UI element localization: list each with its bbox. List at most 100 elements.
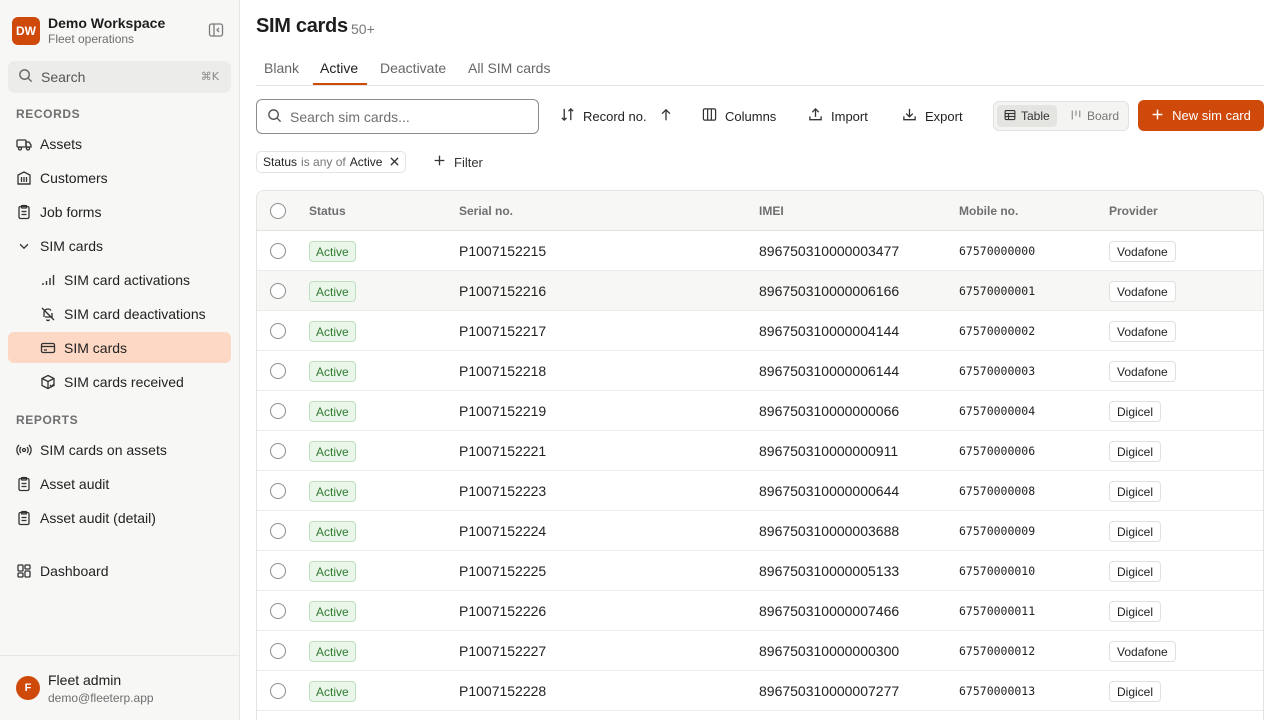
upload-icon [808,107,831,125]
table-row[interactable]: Active P1007152225 896750310000005133 67570… [257,551,1263,591]
sim-cards-table: Status Serial no. IMEI Mobile no. Provid… [256,190,1264,720]
sidebar: DW Demo Workspace Fleet operations Searc… [0,0,240,720]
workspace-switcher[interactable]: DW Demo Workspace Fleet operations [12,14,228,48]
serial-cell: P1007152221 [459,443,547,459]
row-checkbox[interactable] [270,323,286,339]
table-row[interactable]: Active P1007152221 896750310000000911 67570… [257,431,1263,471]
row-checkbox[interactable] [270,563,286,579]
status-badge: Active [309,321,356,342]
row-checkbox[interactable] [270,643,286,659]
user-name: Fleet admin [48,672,122,688]
row-checkbox[interactable] [270,683,286,699]
workspace-logo: DW [12,17,40,45]
row-checkbox[interactable] [270,483,286,499]
status-badge: Active [309,561,356,582]
row-checkbox[interactable] [270,443,286,459]
row-checkbox[interactable] [270,403,286,419]
board-view-button[interactable]: Board [1063,105,1126,127]
new-sim-card-button[interactable]: New sim card [1138,100,1264,131]
table-row[interactable]: Active P1007152224 896750310000003688 67570… [257,511,1263,551]
row-checkbox[interactable] [270,283,286,299]
provider-badge: Digicel [1109,681,1162,702]
columns-label: Columns [725,108,777,124]
add-filter-button[interactable]: Filter [433,151,483,173]
status-badge: Active [309,401,356,422]
sidebar-item-sim-card-deactivations[interactable]: SIM card deactivations [8,298,231,329]
provider-badge: Vodafone [1109,281,1176,302]
mobile-cell: 67570000006 [959,444,1036,458]
column-header-imei[interactable]: IMEI [759,204,784,218]
sidebar-item-asset-audit[interactable]: Asset audit [8,468,231,499]
status-badge: Active [309,361,356,382]
sidebar-item-label: Asset audit (detail) [40,509,156,526]
tab-active[interactable]: Active [320,60,358,76]
bell-off-icon [40,306,56,322]
user-email: demo@fleeterp.app [48,691,154,705]
mobile-cell: 67570000002 [959,324,1036,338]
sort-button[interactable]: Record no. [560,100,681,132]
sidebar-item-label: Job forms [40,203,102,220]
sidebar-item-assets[interactable]: Assets [8,128,231,159]
sidebar-item-sim-cards[interactable]: SIM cards [8,332,231,363]
sidebar-item-label: SIM cards on assets [40,441,167,458]
mobile-cell: 67570000012 [959,644,1036,658]
user-menu[interactable]: F Fleet admin demo@fleeterp.app [0,655,239,720]
row-checkbox[interactable] [270,243,286,259]
plus-icon [433,154,454,170]
table-row[interactable]: Active P1007152215 896750310000003477 67570… [257,231,1263,271]
sidebar-item-asset-audit-detail[interactable]: Asset audit (detail) [8,502,231,533]
table-view-button[interactable]: Table [997,105,1057,127]
table-row[interactable]: Active P1007152226 896750310000007466 67570… [257,591,1263,631]
provider-badge: Digicel [1109,521,1162,542]
row-checkbox[interactable] [270,523,286,539]
tab-deactivate[interactable]: Deactivate [380,60,446,76]
table-row[interactable]: Active P1007152218 896750310000006144 67570… [257,351,1263,391]
table-row[interactable]: Active P1007152216 896750310000006166 67570… [257,271,1263,311]
sidebar-item-sim-cards-group[interactable]: SIM cards [8,230,231,261]
status-badge: Active [309,641,356,662]
table-row[interactable]: Active P1007152217 896750310000004144 67570… [257,311,1263,351]
export-button[interactable]: Export [902,100,963,132]
radio-signal-icon [16,442,32,458]
row-checkbox[interactable] [270,603,286,619]
mobile-cell: 67570000001 [959,284,1036,298]
table-row[interactable]: Active P1007152228 896750310000007277 67570… [257,671,1263,711]
table-row[interactable]: Active P1007152219 896750310000000066 67570… [257,391,1263,431]
search-input[interactable] [290,108,520,125]
status-badge: Active [309,441,356,462]
table-icon [1004,109,1021,124]
row-checkbox[interactable] [270,363,286,379]
sidebar-item-sim-cards-received[interactable]: SIM cards received [8,366,231,397]
dashboard-grid-icon [16,563,32,579]
column-header-provider[interactable]: Provider [1109,204,1158,218]
sidebar-item-sim-cards-on-assets[interactable]: SIM cards on assets [8,434,231,465]
sidebar-item-dashboard[interactable]: Dashboard [8,555,231,586]
sidebar-search[interactable]: Search ⌘K [8,61,231,93]
table-row[interactable]: Active P1007152223 896750310000000644 67570… [257,471,1263,511]
serial-cell: P1007152224 [459,523,547,539]
table-row[interactable]: Active P1007152227 896750310000000300 67570… [257,631,1263,671]
column-header-mobile[interactable]: Mobile no. [959,204,1018,218]
provider-badge: Digicel [1109,401,1162,422]
tab-all-sim-cards[interactable]: All SIM cards [468,60,550,76]
sidebar-collapse-icon[interactable] [208,22,224,38]
select-all-checkbox[interactable] [270,203,286,219]
provider-badge: Digicel [1109,561,1162,582]
sidebar-item-sim-card-activations[interactable]: SIM card activations [8,264,231,295]
close-icon[interactable] [390,155,399,169]
table-view-label: Table [1021,109,1050,123]
filter-chip-status[interactable]: Status is any of Active [256,151,407,173]
sidebar-item-label: Asset audit [40,475,110,492]
columns-button[interactable]: Columns [702,100,776,132]
sidebar-item-customers[interactable]: Customers [8,162,231,193]
column-header-serial[interactable]: Serial no. [459,204,513,218]
import-button[interactable]: Import [808,100,868,132]
sidebar-item-job-forms[interactable]: Job forms [8,196,231,227]
filter-field: Status [263,155,298,169]
filter-value: Active [349,155,383,169]
tab-blank[interactable]: Blank [264,60,299,76]
imei-cell: 896750310000000300 [759,643,900,659]
status-badge: Active [309,481,356,502]
signal-bars-icon [40,272,56,288]
column-header-status[interactable]: Status [309,204,346,218]
